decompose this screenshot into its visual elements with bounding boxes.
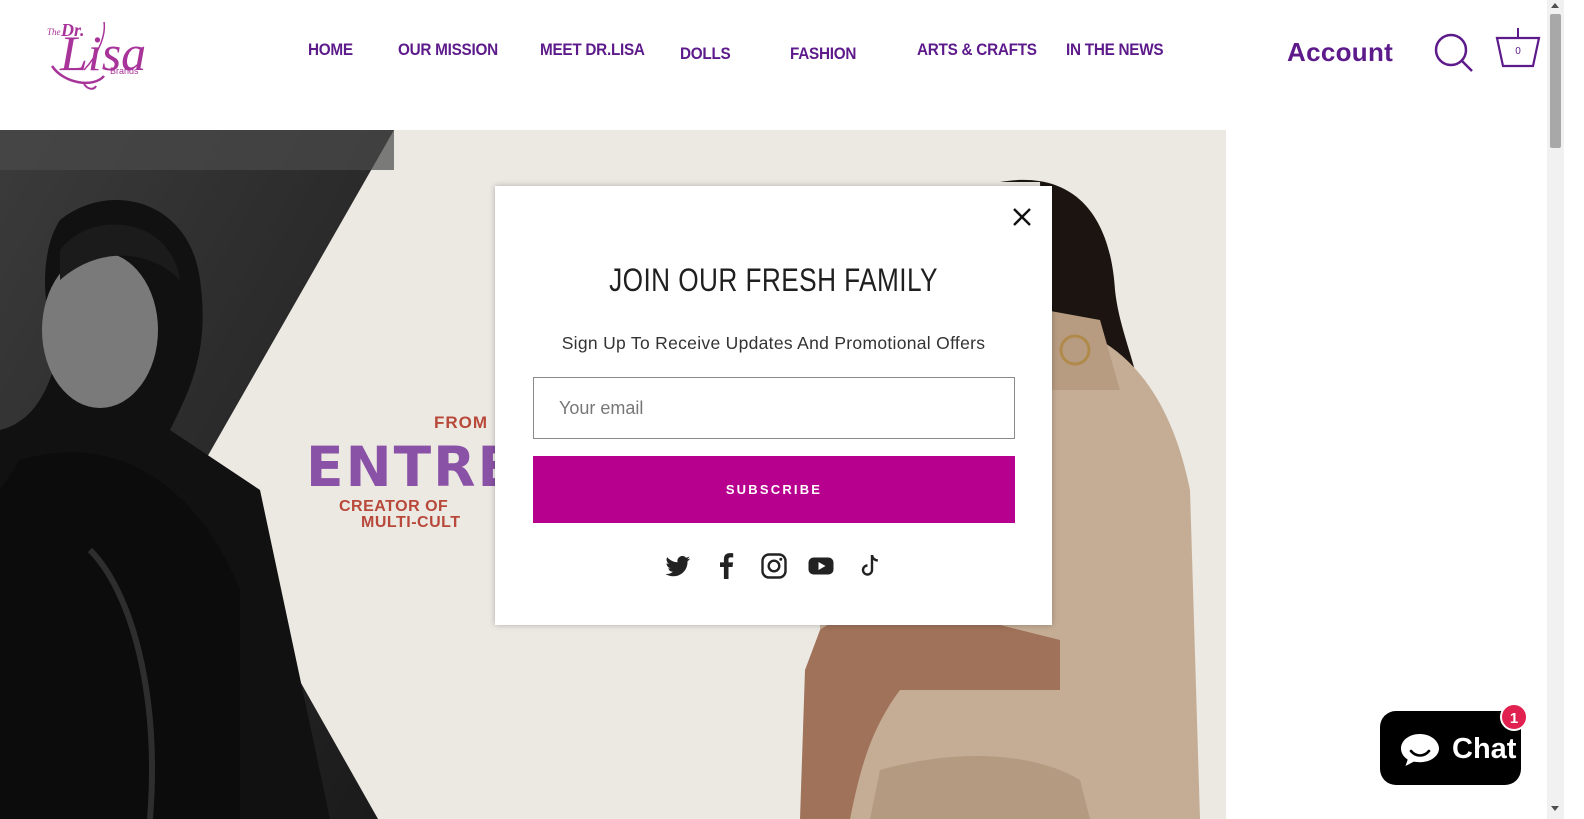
popup-close-button[interactable] <box>1011 206 1033 228</box>
nav-meet-dr-lisa[interactable]: MEET DR.LISA <box>540 40 645 60</box>
twitter-icon <box>665 555 690 577</box>
page-scrollbar[interactable] <box>1547 0 1564 819</box>
scroll-down-arrow-icon[interactable] <box>1551 806 1559 811</box>
hero-creator-text: CREATOR OF <box>339 498 449 515</box>
nav-home[interactable]: HOME <box>308 40 353 60</box>
search-button[interactable] <box>1433 32 1475 74</box>
youtube-link[interactable] <box>807 552 835 580</box>
nav-our-mission[interactable]: OUR MISSION <box>398 40 498 60</box>
scroll-thumb[interactable] <box>1550 14 1561 148</box>
nav-dolls[interactable]: DOLLS <box>680 44 731 64</box>
logo-brands: Brands <box>110 66 139 76</box>
hero-headline: ENTRE <box>306 435 518 499</box>
dr-lisa-brands-logo[interactable]: The Dr. Lisa Brands <box>44 14 154 90</box>
cart-button[interactable]: 0 <box>1494 26 1542 72</box>
facebook-link[interactable] <box>713 552 741 580</box>
instagram-link[interactable] <box>760 552 788 580</box>
nav-in-the-news[interactable]: IN THE NEWS <box>1066 40 1164 60</box>
chat-button[interactable]: Chat <box>1380 711 1521 785</box>
popup-subtitle: Sign Up To Receive Updates And Promotion… <box>561 333 986 353</box>
close-icon <box>1013 208 1031 226</box>
chat-label: Chat <box>1452 733 1517 765</box>
search-icon <box>1434 33 1473 72</box>
chat-notification-badge: 1 <box>1500 703 1528 731</box>
nav-fashion[interactable]: FASHION <box>790 44 856 64</box>
email-field[interactable] <box>533 377 1015 439</box>
hero-multi-text: MULTI-CULT <box>361 514 461 531</box>
hero-from-text: FROM <box>434 413 489 432</box>
twitter-link[interactable] <box>664 552 692 580</box>
youtube-icon <box>808 557 834 575</box>
chat-bubble-icon <box>1401 734 1439 766</box>
popup-title: JOIN OUR FRESH FAMILY <box>609 262 938 298</box>
nav-arts-crafts[interactable]: ARTS & CRAFTS <box>917 40 1037 60</box>
popup-title-wrapper: JOIN OUR FRESH FAMILY <box>0 262 1547 299</box>
cart-count: 0 <box>1515 46 1521 57</box>
instagram-icon <box>761 553 787 579</box>
tiktok-icon <box>861 554 878 576</box>
logo-the: The <box>47 27 61 37</box>
facebook-icon <box>720 553 734 579</box>
tiktok-link[interactable] <box>855 552 883 580</box>
account-link[interactable]: Account <box>1287 37 1393 68</box>
scroll-up-arrow-icon[interactable] <box>1551 3 1559 8</box>
subscribe-button[interactable]: SUBSCRIBE <box>533 456 1015 523</box>
site-header: The Dr. Lisa Brands HOME OUR MISSION MEE… <box>0 0 1547 130</box>
